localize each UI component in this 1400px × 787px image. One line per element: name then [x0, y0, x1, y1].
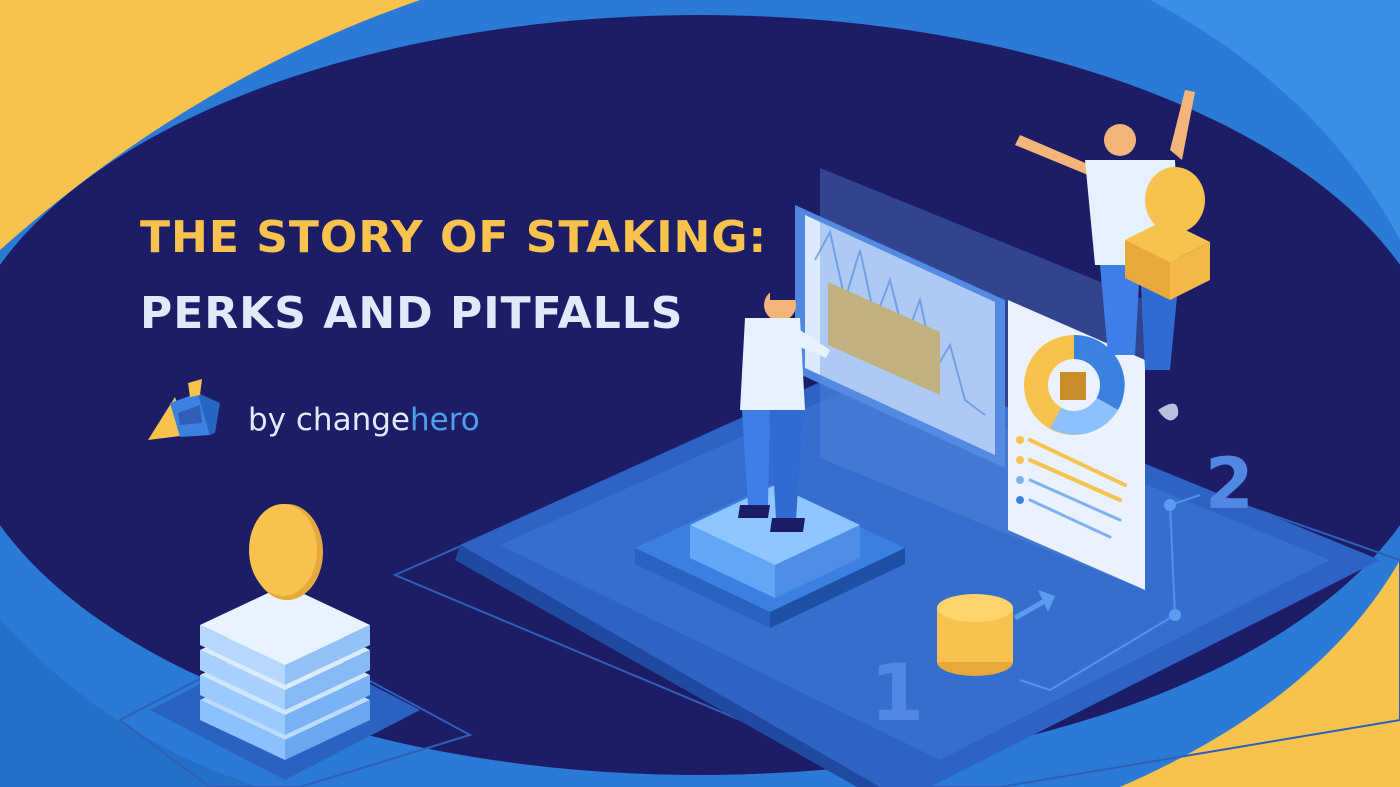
- banner: THE STORY OF STAKING: PERKS AND PITFALLS…: [0, 0, 1400, 787]
- brand-name-accent: hero: [409, 402, 480, 438]
- brand-prefix: by: [248, 402, 296, 438]
- title-line-2: PERKS AND PITFALLS: [140, 288, 684, 339]
- brand-lockup: by changehero: [140, 375, 480, 455]
- brand-name-plain: change: [295, 402, 410, 438]
- title-line-1: THE STORY OF STAKING:: [140, 212, 768, 263]
- changehero-logo-icon: [148, 379, 220, 440]
- page-title: THE STORY OF STAKING: PERKS AND PITFALLS: [140, 200, 767, 352]
- brand-text: by changehero: [248, 402, 480, 438]
